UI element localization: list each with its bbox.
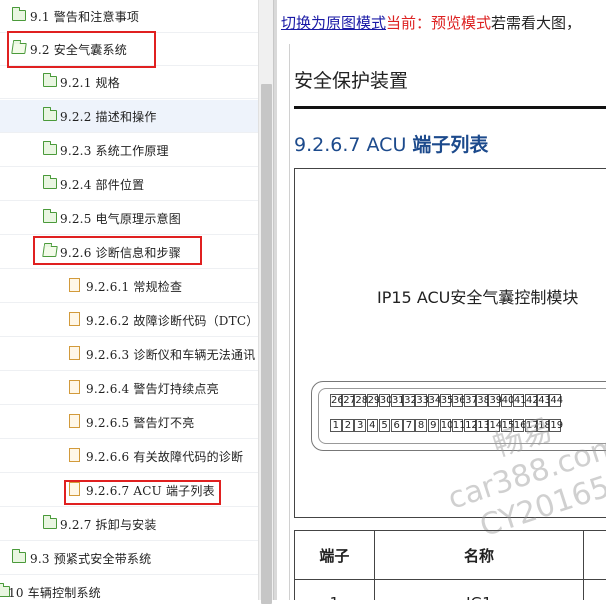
document-icon — [69, 414, 80, 428]
cell-name: IG1 — [374, 580, 583, 601]
pin-row-bottom: 12345678910111213141516171819 — [330, 419, 562, 432]
subsection-name: 端子列表 — [412, 134, 488, 156]
connector-pin: 9 — [428, 419, 440, 432]
connector-pin: 30 — [379, 394, 391, 407]
subsection-number: 9.2.6.7 ACU — [294, 134, 412, 156]
connector-pin: 29 — [367, 394, 379, 407]
connector-figure: IP15 ACU安全气囊控制模块 26272829303132333435363… — [294, 168, 606, 518]
title-rule — [294, 106, 606, 109]
folder-icon — [43, 212, 57, 223]
connector-pin: 41 — [513, 394, 525, 407]
section-title: 安全保护装置 — [294, 66, 408, 93]
document-icon — [69, 278, 80, 292]
connector-pin: 37 — [464, 394, 476, 407]
connector-pin: 42 — [525, 394, 537, 407]
connector-pin: 27 — [342, 394, 354, 407]
current-mode-text: 当前：预览模式 — [386, 14, 491, 32]
folder-icon — [43, 76, 57, 87]
folder-icon — [43, 144, 57, 155]
connector-pin: 3 — [354, 419, 366, 432]
connector-pin: 2 — [342, 419, 354, 432]
connector-pin: 44 — [549, 394, 561, 407]
content-panel: 切换为原图模式当前：预览模式若需看大图， 安全保护装置 9.2.6.7 ACU … — [277, 0, 606, 600]
tree-item-9-2-6-4[interactable]: 9.2.6.4 警告灯持续点亮 — [0, 372, 258, 405]
folder-icon — [12, 552, 26, 563]
tree-item-9-2-1[interactable]: 9.2.1 规格 — [0, 66, 258, 99]
switch-original-mode-link[interactable]: 切换为原图模式 — [281, 14, 386, 32]
highlight-box — [33, 236, 202, 265]
connector-pin: 1 — [330, 419, 342, 432]
connector-pin: 39 — [488, 394, 500, 407]
tree-item-9-1[interactable]: 9.1 警告和注意事项 — [0, 0, 258, 33]
cell-terminal: 1 — [295, 580, 375, 601]
tree-item-9-2-5[interactable]: 9.2.5 电气原理示意图 — [0, 202, 258, 235]
tree-item-9-3[interactable]: 9.3 预紧式安全带系统 — [0, 542, 258, 575]
tree-item-9-2-6-6[interactable]: 9.2.6.6 有关故障代码的诊断 — [0, 440, 258, 473]
table-row: 1 IG1 — [295, 580, 606, 601]
tree-item-9-2-6-2[interactable]: 9.2.6.2 故障诊断代码（DTC） — [0, 304, 258, 337]
pin-row-top: 26272829303132333435363738394041424344 — [330, 394, 562, 407]
tree-item-10[interactable]: 10 车辆控制系统 — [0, 576, 258, 600]
document-icon — [69, 448, 80, 462]
connector-pin: 14 — [488, 419, 500, 432]
connector-pin: 11 — [452, 419, 464, 432]
connector-pin: 5 — [379, 419, 391, 432]
table-header-row: 端子 名称 — [295, 531, 606, 580]
tree-item-9-2-7[interactable]: 9.2.7 拆卸与安装 — [0, 508, 258, 541]
highlight-box — [7, 31, 156, 68]
scrollbar-thumb[interactable] — [261, 84, 272, 604]
connector-pin: 34 — [428, 394, 440, 407]
folder-icon — [12, 10, 26, 21]
tree-item-9-2-4[interactable]: 9.2.4 部件位置 — [0, 168, 258, 201]
connector-pin: 28 — [354, 394, 366, 407]
connector-pin: 35 — [440, 394, 452, 407]
connector-pin: 43 — [537, 394, 549, 407]
connector-pin: 17 — [525, 419, 537, 432]
document-icon — [69, 346, 80, 360]
connector-pin: 4 — [367, 419, 379, 432]
connector-pin: 16 — [513, 419, 525, 432]
tree-item-9-2-6-5[interactable]: 9.2.6.5 警告灯不亮 — [0, 406, 258, 439]
folder-icon — [43, 518, 57, 529]
document-icon — [69, 380, 80, 394]
connector-pin: 8 — [415, 419, 427, 432]
pin-table: 端子 名称 1 IG1 — [294, 530, 606, 600]
connector-pin: 38 — [476, 394, 488, 407]
connector-pin: 26 — [330, 394, 342, 407]
connector-pin: 32 — [403, 394, 415, 407]
connector-pin: 40 — [501, 394, 513, 407]
folder-icon — [43, 178, 57, 189]
connector-pin: 10 — [440, 419, 452, 432]
connector-pin: 36 — [452, 394, 464, 407]
document-icon — [69, 312, 80, 326]
tree-scrollbar[interactable] — [258, 0, 274, 600]
mode-bar: 切换为原图模式当前：预览模式若需看大图， — [281, 12, 581, 33]
connector-drawing: 26272829303132333435363738394041424344 1… — [311, 381, 606, 451]
tree-item-9-2-6-1[interactable]: 9.2.6.1 常规检查 — [0, 270, 258, 303]
header-terminal: 端子 — [295, 531, 375, 580]
connector-pin: 19 — [549, 419, 561, 432]
connector-pin: 6 — [391, 419, 403, 432]
hint-text: 若需看大图， — [491, 14, 581, 32]
highlight-box — [64, 480, 221, 505]
connector-pin: 31 — [391, 394, 403, 407]
tree-item-9-2-2[interactable]: 9.2.2 描述和操作 — [0, 100, 258, 133]
connector-pin: 13 — [476, 419, 488, 432]
tree-item-9-2-3[interactable]: 9.2.3 系统工作原理 — [0, 134, 258, 167]
folder-icon — [43, 110, 57, 121]
connector-pin: 18 — [537, 419, 549, 432]
subsection-title: 9.2.6.7 ACU 端子列表 — [294, 130, 488, 157]
navigation-tree: 9.1 警告和注意事项 9.2 安全气囊系统 9.2.1 规格 9.2.2 描述… — [0, 0, 258, 600]
connector-pin: 33 — [415, 394, 427, 407]
connector-pin: 12 — [464, 419, 476, 432]
header-name: 名称 — [374, 531, 583, 580]
connector-pin: 15 — [501, 419, 513, 432]
document-page: 安全保护装置 9.2.6.7 ACU 端子列表 IP15 ACU安全气囊控制模块… — [289, 44, 606, 600]
tree-item-9-2-6-3[interactable]: 9.2.6.3 诊断仪和车辆无法通讯 — [0, 338, 258, 371]
connector-pin: 7 — [403, 419, 415, 432]
figure-label: IP15 ACU安全气囊控制模块 — [377, 284, 578, 308]
